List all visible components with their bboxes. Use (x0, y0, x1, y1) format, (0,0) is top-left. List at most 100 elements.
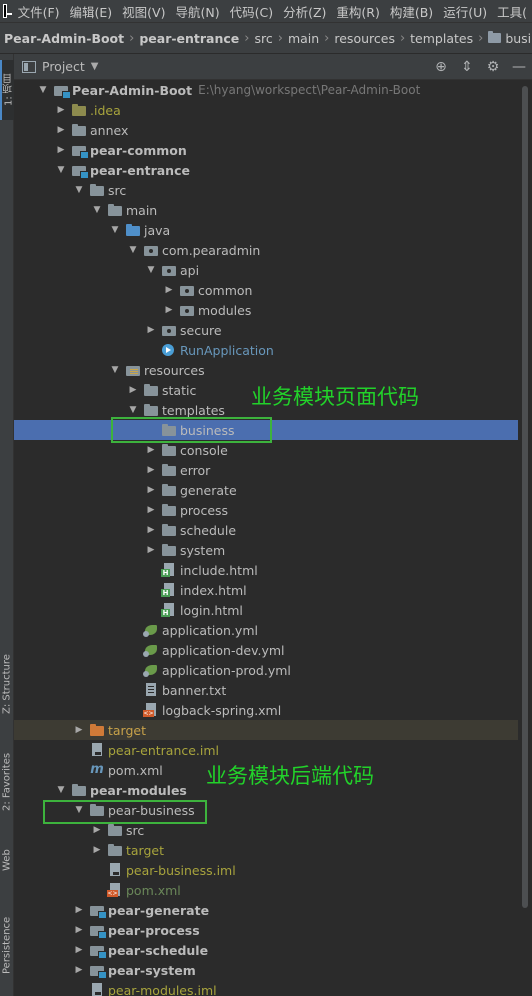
tool-tab-project[interactable]: 1: 项目 (0, 60, 15, 120)
breadcrumb-item[interactable]: pear-entrance (139, 31, 239, 46)
menu-run[interactable]: 运行(U) (438, 2, 492, 21)
tree-row[interactable]: ▶pear-modules.iml (14, 980, 518, 996)
chevron-down-icon[interactable]: ▼ (72, 185, 86, 195)
tree-row[interactable]: ▶application-dev.yml (14, 640, 518, 660)
tree-row[interactable]: ▶ modules (14, 300, 518, 320)
chevron-down-icon[interactable]: ▼ (90, 205, 104, 215)
chevron-right-icon[interactable]: ▶ (162, 285, 176, 295)
chevron-right-icon[interactable]: ▶ (144, 505, 158, 515)
chevron-down-icon[interactable]: ▼ (54, 165, 68, 175)
menu-navigate[interactable]: 导航(N) (170, 2, 224, 21)
menu-tools[interactable]: 工具( (492, 2, 532, 21)
tree-row[interactable]: ▶ target (14, 720, 518, 740)
tool-tab-web[interactable]: Web (0, 840, 14, 880)
tree-row[interactable]: ▶ secure (14, 320, 518, 340)
breadcrumb-item[interactable]: main (288, 31, 319, 46)
caret-down-icon[interactable]: ▼ (91, 61, 99, 72)
menu-code[interactable]: 代码(C) (225, 2, 278, 21)
chevron-right-icon[interactable]: ▶ (144, 465, 158, 475)
tool-tab-persistence[interactable]: Persistence (0, 900, 14, 990)
tree-row[interactable]: ▼ Pear-Admin-Boot E:\hyang\workspect\Pear-… (14, 80, 518, 100)
breadcrumb-item[interactable]: business (488, 31, 532, 46)
tree-row[interactable]: ▶ target (14, 840, 518, 860)
collapse-icon[interactable]: ⇕ (454, 54, 480, 80)
chevron-right-icon[interactable]: ▶ (126, 385, 140, 395)
menu-refactor[interactable]: 重构(R) (331, 2, 384, 21)
tree-row[interactable]: ▼ api (14, 260, 518, 280)
chevron-right-icon[interactable]: ▶ (72, 905, 86, 915)
tree-row[interactable]: ▶application.yml (14, 620, 518, 640)
tree-row[interactable]: ▶banner.txt (14, 680, 518, 700)
tree-row[interactable]: ▼ java (14, 220, 518, 240)
scrollbar-thumb[interactable] (522, 86, 528, 908)
scrollbar[interactable] (518, 80, 532, 996)
tree-row[interactable]: ▶logback-spring.xml (14, 700, 518, 720)
tree-row[interactable]: ▶RunApplication (14, 340, 518, 360)
menu-analyze[interactable]: 分析(Z) (278, 2, 331, 21)
tree-row[interactable]: ▼ resources (14, 360, 518, 380)
tree-row[interactable]: ▼ main (14, 200, 518, 220)
tree-row[interactable]: ▶ pear-process (14, 920, 518, 940)
tree-row[interactable]: ▶ system (14, 540, 518, 560)
chevron-right-icon[interactable]: ▶ (54, 145, 68, 155)
chevron-down-icon[interactable]: ▼ (108, 365, 122, 375)
chevron-right-icon[interactable]: ▶ (144, 545, 158, 555)
tool-tab-structure[interactable]: Z: Structure (0, 644, 14, 724)
tree-row[interactable]: ▶index.html (14, 580, 518, 600)
tree-row[interactable]: ▶ pear-schedule (14, 940, 518, 960)
breadcrumb-item[interactable]: Pear-Admin-Boot (4, 31, 124, 46)
menu-build[interactable]: 构建(B) (385, 2, 438, 21)
tree-row[interactable]: ▶ common (14, 280, 518, 300)
tree-row[interactable]: ▶ pear-generate (14, 900, 518, 920)
panel-title[interactable]: Project (42, 59, 85, 74)
target-icon[interactable]: ⊕ (428, 54, 454, 80)
tree-row[interactable]: ▼ pear-entrance (14, 160, 518, 180)
chevron-right-icon[interactable]: ▶ (72, 965, 86, 975)
breadcrumb-item[interactable]: src (254, 31, 272, 46)
tree-row[interactable]: ▶ error (14, 460, 518, 480)
tree-row[interactable]: ▶ .idea (14, 100, 518, 120)
tree-row[interactable]: ▶ pear-system (14, 960, 518, 980)
tree-row[interactable]: ▶ generate (14, 480, 518, 500)
chevron-down-icon[interactable]: ▼ (36, 85, 50, 95)
tool-tab-favorites[interactable]: 2: Favorites (0, 742, 14, 822)
breadcrumb-item[interactable]: resources (334, 31, 395, 46)
chevron-right-icon[interactable]: ▶ (72, 945, 86, 955)
chevron-right-icon[interactable]: ▶ (162, 305, 176, 315)
tree-row[interactable]: ▶include.html (14, 560, 518, 580)
chevron-right-icon[interactable]: ▶ (144, 485, 158, 495)
chevron-down-icon[interactable]: ▼ (126, 245, 140, 255)
breadcrumb-item[interactable]: templates (410, 31, 473, 46)
chevron-down-icon[interactable]: ▼ (108, 225, 122, 235)
chevron-right-icon[interactable]: ▶ (144, 445, 158, 455)
tree-row[interactable]: ▶ process (14, 500, 518, 520)
chevron-down-icon[interactable]: ▼ (144, 265, 158, 275)
chevron-right-icon[interactable]: ▶ (54, 125, 68, 135)
chevron-right-icon[interactable]: ▶ (72, 725, 86, 735)
chevron-right-icon[interactable]: ▶ (90, 845, 104, 855)
tree-row[interactable]: ▶ pear-common (14, 140, 518, 160)
chevron-down-icon[interactable]: ▼ (126, 405, 140, 415)
tree-row[interactable]: ▶application-prod.yml (14, 660, 518, 680)
chevron-right-icon[interactable]: ▶ (54, 105, 68, 115)
tree-row[interactable]: ▼ src (14, 180, 518, 200)
menu-view[interactable]: 视图(V) (117, 2, 170, 21)
chevron-down-icon[interactable]: ▼ (54, 785, 68, 795)
chevron-right-icon[interactable]: ▶ (144, 525, 158, 535)
tree-row[interactable]: ▶pear-business.iml (14, 860, 518, 880)
menu-edit[interactable]: 编辑(E) (65, 2, 118, 21)
gear-icon[interactable]: ⚙ (480, 54, 506, 80)
chevron-right-icon[interactable]: ▶ (144, 325, 158, 335)
tree-row[interactable]: ▶login.html (14, 600, 518, 620)
tree-row[interactable]: ▶ console (14, 440, 518, 460)
breadcrumb-label: templates (410, 30, 474, 46)
tree-row[interactable]: ▶ schedule (14, 520, 518, 540)
tree-row[interactable]: ▶pom.xml (14, 880, 518, 900)
tree-row[interactable]: ▶pear-entrance.iml (14, 740, 518, 760)
menu-file[interactable]: 文件(F) (13, 2, 65, 21)
chevron-right-icon[interactable]: ▶ (90, 825, 104, 835)
tree-row[interactable]: ▼ com.pearadmin (14, 240, 518, 260)
minimize-icon[interactable]: — (506, 54, 532, 80)
chevron-right-icon[interactable]: ▶ (72, 925, 86, 935)
tree-row[interactable]: ▶ annex (14, 120, 518, 140)
